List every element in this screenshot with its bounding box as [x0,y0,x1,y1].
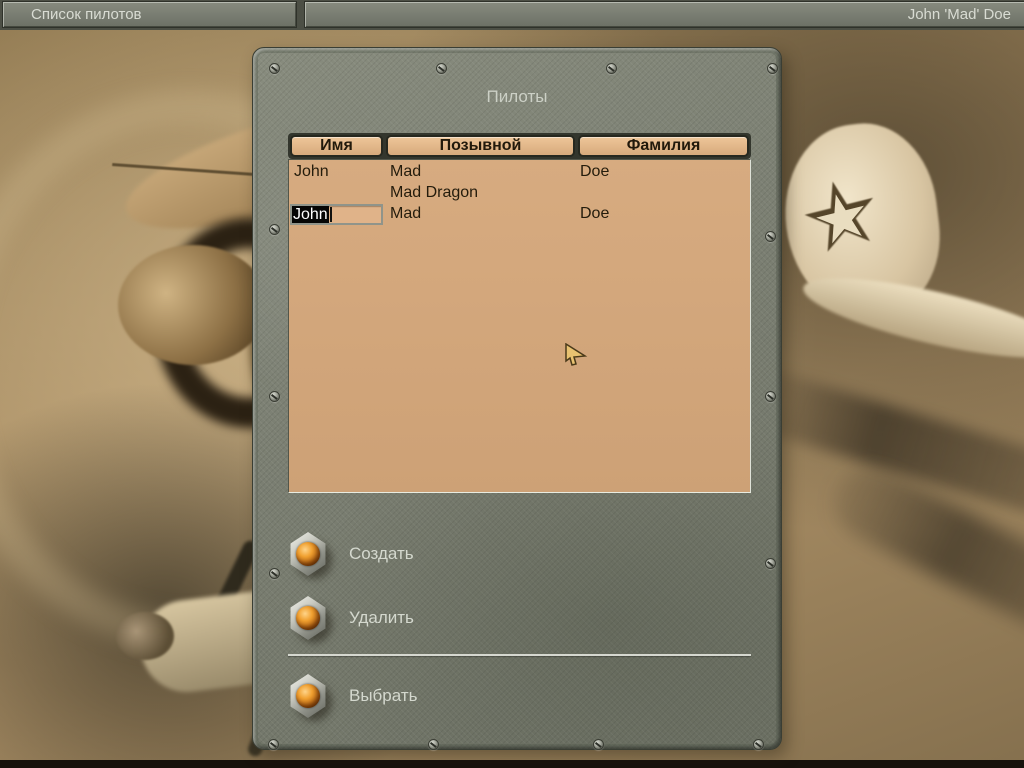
dialog-title: Пилоты [253,87,781,107]
screw-icon [765,391,776,402]
screw-icon [269,568,280,579]
right-plane-stabilizer-shape [798,262,1024,373]
name-edit-field[interactable]: John [290,204,383,225]
divider-line [288,654,751,656]
table-row[interactable]: John Mad Doe [289,162,750,183]
screw-icon [593,739,604,750]
screw-icon [606,63,617,74]
selected-text: John [292,206,329,223]
screw-icon [269,224,280,235]
smoke-trail-shape [821,454,1024,650]
screw-icon [765,558,776,569]
screw-icon [269,391,280,402]
column-header-surname[interactable]: Фамилия [578,135,749,157]
table-row[interactable]: Mad Dragon [289,183,750,204]
screw-icon [269,63,280,74]
bottom-letterbox-strip [0,760,1024,768]
bolt-icon [289,674,327,718]
delete-button-label: Удалить [349,608,414,628]
propeller-spinner-shape [118,245,268,365]
screw-icon [753,739,764,750]
game-screen: ★ ★ Список пилотов John 'Mad' Doe Пилоты [0,0,1024,768]
column-header-callsign[interactable]: Позывной [386,135,575,157]
cell-surname: Doe [580,163,609,181]
delete-button[interactable]: Удалить [289,595,414,641]
text-caret [330,207,332,222]
screw-icon [765,231,776,242]
screw-icon [767,63,778,74]
screw-icon [428,739,439,750]
lower-plane-spinner-shape [116,612,174,660]
select-button[interactable]: Выбрать [289,673,417,719]
cell-name: John [294,163,329,181]
top-bar: Список пилотов John 'Mad' Doe [0,0,1024,30]
cell-surname: Doe [580,205,609,223]
star-icon: ★ [806,180,877,256]
screw-icon [268,739,279,750]
smoke-trail-shape [740,365,1024,521]
create-button-label: Создать [349,544,414,564]
pilots-dialog: Пилоты Имя Позывной Фамилия John Mad Doe… [252,47,782,750]
pilot-list[interactable]: John Mad Doe Mad Dragon John Mad Doe [288,159,751,493]
star-icon: ★ [790,161,892,270]
cell-callsign: Mad [390,163,421,181]
create-button[interactable]: Создать [289,531,414,577]
column-header-name[interactable]: Имя [290,135,383,157]
select-button-label: Выбрать [349,686,417,706]
current-pilot-tab: John 'Mad' Doe [304,1,1024,28]
table-row-editing[interactable]: John Mad Doe [289,204,750,225]
bolt-icon [289,532,327,576]
cell-callsign: Mad [390,205,421,223]
screen-title-tab: Список пилотов [2,1,297,28]
cell-callsign: Mad Dragon [390,184,478,202]
bolt-icon [289,596,327,640]
table-header: Имя Позывной Фамилия [288,133,751,159]
arrow-cursor [563,343,589,371]
screw-icon [436,63,447,74]
right-plane-tail-fin-shape [775,115,949,324]
